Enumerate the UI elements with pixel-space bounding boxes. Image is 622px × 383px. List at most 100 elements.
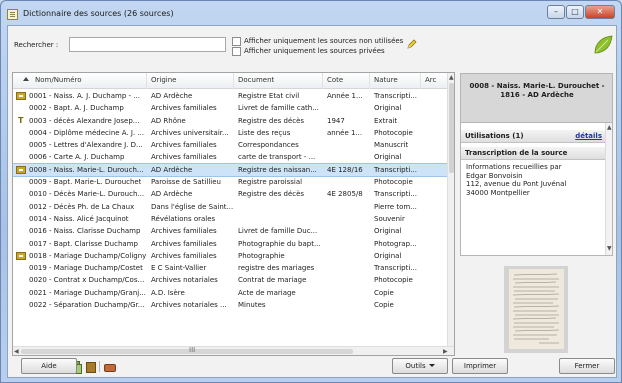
edit-pencil-icon[interactable]: [406, 38, 418, 50]
print-button[interactable]: Imprimer: [452, 358, 508, 374]
source-name: 0019 - Mariage Duchamp/Costet: [29, 264, 143, 273]
cell-document: Contrat de mariage: [238, 276, 307, 285]
table-vertical-scroll-thumb[interactable]: [449, 83, 454, 173]
minimize-button[interactable]: –: [547, 5, 565, 19]
cell-cote: 4E 2805/8: [327, 190, 363, 199]
table-row[interactable]: 0005 - Lettres d'Alexandre J. D... Archiv…: [13, 139, 450, 151]
table-row[interactable]: 0014 - Naiss. Alicé Jacquinot Révélations…: [13, 213, 450, 225]
cell-name: 0009 - Bapt. Marie-L. Durouchet: [13, 176, 147, 188]
table-row[interactable]: 0018 - Mariage Duchamp/Coligny Archives f…: [13, 250, 450, 262]
dialog-footer: Aide Outils Imprimer Fermer: [8, 353, 616, 378]
close-button[interactable]: Fermer: [559, 358, 615, 374]
table-row[interactable]: 0010 - Décès Marie-L. Durouch... AD Ardèc…: [13, 188, 450, 200]
table-row[interactable]: 0002 - Bapt. A. J. Duchamp Archives famil…: [13, 102, 450, 114]
table-row[interactable]: T 0003 - décès Alexandre Josep... AD Rhône…: [13, 115, 450, 127]
source-name: 0010 - Décès Marie-L. Durouch...: [29, 190, 145, 199]
help-button[interactable]: Aide: [21, 358, 77, 374]
cell-cote: [323, 225, 370, 237]
cell-nature: Original: [374, 227, 402, 236]
table-row[interactable]: 0020 - Contrat x Duchamp/Costet Archives …: [13, 274, 450, 286]
table-row[interactable]: 0012 - Décès Ph. de La Chaux Dans l'églis…: [13, 201, 450, 213]
cell-nature: Original: [374, 153, 402, 162]
filter-private-checkbox[interactable]: [232, 47, 241, 56]
main-window: Dictionnaire des sources (26 sources) – …: [0, 0, 622, 383]
cell-document: Registre des décès: [238, 116, 305, 125]
table-vertical-scrollbar[interactable]: ▲: [447, 73, 454, 347]
filter-unused-checkbox[interactable]: [232, 37, 241, 46]
table-row[interactable]: 0006 - Carte A. J. Duchamp Archives famil…: [13, 151, 450, 163]
row-marker: [13, 164, 29, 176]
source-name: 0020 - Contrat x Duchamp/Costet: [29, 276, 147, 285]
selected-source-title: 0008 - Naiss. Marie-L. Durouchet - 1816 …: [469, 82, 605, 99]
column-header-nature[interactable]: Nature: [370, 73, 421, 89]
source-name: 0021 - Mariage Duchamp/Granj...: [29, 288, 146, 297]
table-row[interactable]: 0016 - Naiss. Clarisse Duchamp Archives f…: [13, 225, 450, 237]
details-link[interactable]: détails: [575, 130, 602, 143]
window-title: Dictionnaire des sources (26 sources): [23, 9, 174, 18]
cell-nature: Photocopie: [374, 178, 413, 187]
source-name: 0008 - Naiss. Marie-L. Durouch...: [29, 165, 144, 174]
detail-scrollbar[interactable]: ▲ ▼: [605, 123, 612, 255]
column-header-name[interactable]: Nom/Numéro: [13, 73, 147, 89]
cell-cote: [323, 262, 370, 274]
usages-section-header: Utilisations (1) détails: [461, 130, 606, 143]
column-header-origin[interactable]: Origine: [147, 73, 234, 89]
row-marker: [13, 250, 29, 262]
cell-name: 0018 - Mariage Duchamp/Coligny: [13, 250, 147, 262]
table-row[interactable]: 0017 - Bapt. Clarisse Duchamp Archives fa…: [13, 238, 450, 250]
scroll-up-arrow-icon[interactable]: ▲: [449, 74, 454, 81]
table-row[interactable]: 0009 - Bapt. Marie-L. Durouchet Paroisse …: [13, 176, 450, 188]
cell-origine: Archives familiales: [151, 239, 217, 248]
detail-scroll-down-arrow-icon[interactable]: ▼: [607, 245, 612, 252]
cell-origine: AD Ardèche: [151, 92, 193, 100]
maximize-button[interactable]: □: [566, 5, 584, 19]
tools-dropdown-button[interactable]: Outils: [392, 358, 448, 374]
document-preview[interactable]: [504, 266, 568, 353]
cell-document: [234, 201, 323, 213]
filter-unused-label: Afficher uniquement les sources non util…: [244, 37, 404, 45]
table-row[interactable]: 0008 - Naiss. Marie-L. Durouch... AD Ardè…: [13, 162, 451, 178]
column-header-document[interactable]: Document: [234, 73, 323, 89]
cell-nature: Transcripti...: [374, 165, 417, 174]
close-window-button[interactable]: ✕: [585, 5, 615, 19]
cell-origine: Paroisse de Satillieu: [151, 178, 221, 187]
cell-origine: E C Saint-Vallier: [151, 264, 207, 273]
cell-name: 0006 - Carte A. J. Duchamp: [13, 151, 147, 163]
row-marker: [13, 201, 29, 213]
table-row[interactable]: 0001 - Naiss. A. J. Duchamp - ... AD Ardè…: [13, 90, 450, 102]
cell-document: Minutes: [238, 301, 266, 310]
table-row[interactable]: 0004 - Diplôme médecine A. J. ... Archive…: [13, 127, 450, 139]
row-marker: [13, 213, 29, 225]
source-name: 0006 - Carte A. J. Duchamp: [29, 153, 125, 162]
cell-cote: [323, 201, 370, 213]
row-marker: [13, 287, 29, 299]
cell-nature: Manuscrit: [374, 141, 409, 150]
cell-document: Photographie du bapt...: [238, 239, 321, 248]
cell-origine: Archives notariales ...: [151, 301, 227, 310]
cell-name: 0008 - Naiss. Marie-L. Durouch...: [13, 164, 147, 176]
cell-nature: Transcripti...: [374, 190, 417, 199]
cell-nature: Transcripti...: [374, 92, 417, 100]
row-marker: [13, 90, 29, 102]
table-row[interactable]: 0021 - Mariage Duchamp/Granj... A.D. Isèr…: [13, 287, 450, 299]
cell-name: 0022 - Séparation Duchamp/Gr...: [13, 299, 147, 311]
detail-scroll-up-arrow-icon[interactable]: ▲: [607, 124, 612, 131]
cell-origine: AD Rhône: [151, 116, 186, 125]
source-name: 0005 - Lettres d'Alexandre J. D...: [29, 141, 143, 150]
column-header-cote[interactable]: Cote: [323, 73, 370, 89]
cell-name: 0005 - Lettres d'Alexandre J. D...: [13, 139, 147, 151]
row-marker: [13, 274, 29, 286]
table-rows: 0001 - Naiss. A. J. Duchamp - ... AD Ardè…: [13, 90, 451, 311]
text-marker-icon: T: [18, 115, 24, 125]
table-row[interactable]: 0019 - Mariage Duchamp/Costet E C Saint-V…: [13, 262, 450, 274]
row-marker: [13, 262, 29, 274]
table-row[interactable]: 0022 - Séparation Duchamp/Gr... Archives …: [13, 299, 450, 311]
search-input[interactable]: [69, 37, 226, 52]
source-name: 0009 - Bapt. Marie-L. Durouchet: [29, 178, 142, 187]
cell-nature: Copie: [374, 288, 394, 297]
column-header-archive[interactable]: Arc: [421, 73, 450, 89]
source-name: 0002 - Bapt. A. J. Duchamp: [29, 104, 124, 113]
cell-cote: 1947: [327, 116, 345, 125]
cell-name: T 0003 - décès Alexandre Josep...: [13, 115, 147, 127]
cell-nature: Extrait: [374, 116, 398, 125]
